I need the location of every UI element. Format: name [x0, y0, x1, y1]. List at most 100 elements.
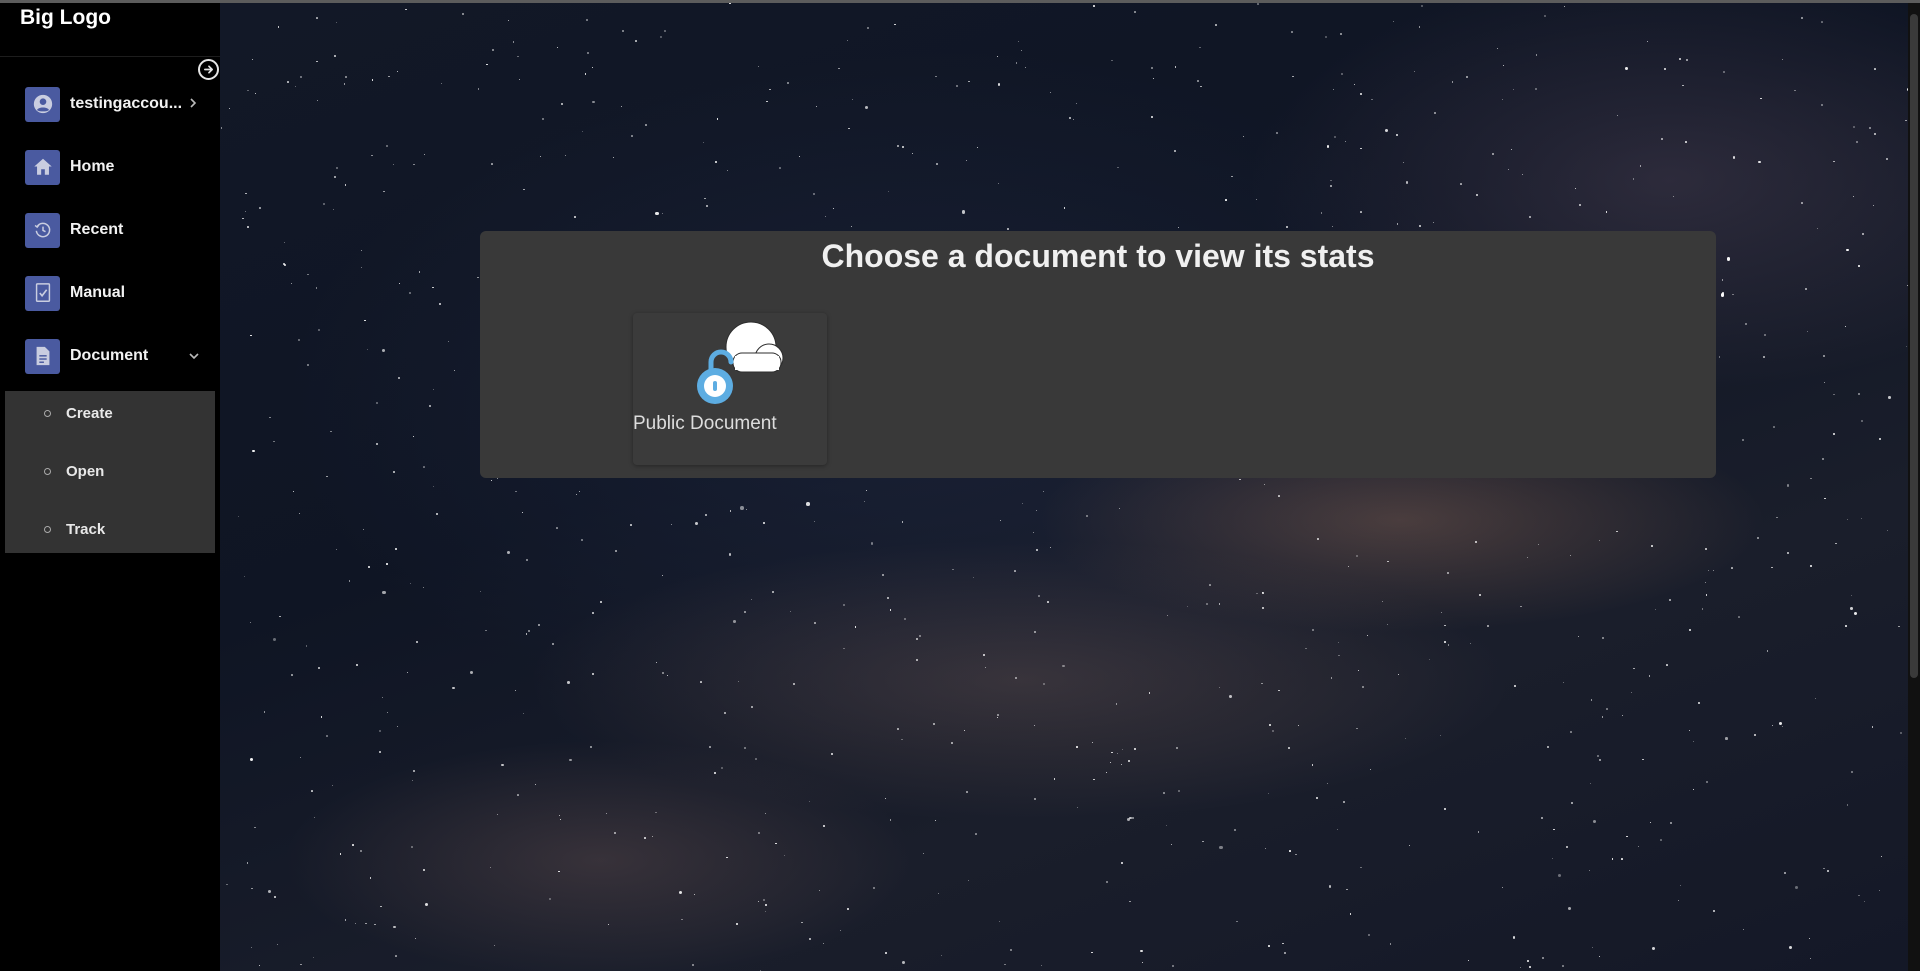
- scrollbar-thumb[interactable]: [1910, 14, 1918, 678]
- star: [757, 65, 760, 68]
- star: [882, 574, 885, 577]
- star: [298, 339, 300, 342]
- logo[interactable]: Big Logo: [20, 6, 111, 30]
- star: [1887, 530, 1889, 532]
- star: [1857, 392, 1860, 395]
- star: [843, 647, 845, 650]
- star: [1338, 654, 1340, 657]
- star: [422, 586, 425, 589]
- star: [671, 524, 673, 526]
- submenu-item-create[interactable]: Create: [5, 391, 215, 435]
- star: [1557, 873, 1561, 877]
- star: [386, 712, 388, 714]
- star: [1886, 158, 1889, 161]
- star: [724, 712, 727, 715]
- submenu-item-label: Open: [66, 462, 105, 480]
- star: [1326, 782, 1328, 784]
- star: [1093, 778, 1095, 781]
- star: [798, 155, 801, 157]
- star: [661, 671, 665, 674]
- star: [1762, 356, 1765, 359]
- star: [605, 812, 607, 814]
- star: [662, 212, 664, 214]
- sidebar-item-manual[interactable]: Manual: [0, 268, 220, 318]
- star: [1781, 725, 1784, 728]
- star: [1284, 951, 1287, 954]
- star: [769, 89, 771, 91]
- star: [360, 266, 362, 268]
- star: [888, 191, 890, 193]
- sidebar-item-recent[interactable]: Recent: [0, 205, 220, 255]
- star: [1369, 768, 1371, 770]
- star: [586, 18, 589, 21]
- star: [1598, 758, 1601, 761]
- star: [1632, 178, 1635, 180]
- star: [339, 853, 342, 855]
- star: [721, 766, 724, 769]
- star: [1021, 50, 1023, 52]
- star: [395, 955, 397, 957]
- star: [1527, 556, 1529, 558]
- star: [334, 55, 337, 57]
- submenu-item-open[interactable]: Open: [5, 449, 215, 493]
- star: [1170, 844, 1172, 845]
- star: [1093, 5, 1096, 7]
- star: [436, 513, 439, 516]
- star: [386, 145, 389, 148]
- star: [247, 89, 249, 91]
- star: [680, 918, 683, 921]
- star: [396, 725, 398, 727]
- star: [1753, 733, 1756, 736]
- sidebar-item-document[interactable]: Document: [0, 331, 220, 381]
- star: [317, 667, 320, 670]
- star: [655, 811, 657, 814]
- star: [1479, 593, 1482, 596]
- star: [1389, 943, 1392, 945]
- cloud-unlocked-icon: [697, 321, 784, 404]
- star: [371, 154, 373, 157]
- star: [1324, 35, 1327, 38]
- star: [1218, 686, 1221, 688]
- star: [228, 108, 230, 110]
- star: [1128, 759, 1131, 762]
- collapse-sidebar-button[interactable]: [198, 59, 219, 80]
- star: [745, 508, 748, 511]
- star: [726, 170, 728, 172]
- star: [1553, 828, 1555, 831]
- star: [1295, 853, 1297, 856]
- document-card-public[interactable]: Public Document: [633, 313, 827, 465]
- star: [1633, 667, 1635, 670]
- star: [901, 961, 906, 965]
- sidebar-item-account[interactable]: testingaccou...: [0, 79, 220, 129]
- star: [1469, 643, 1471, 645]
- star: [1040, 964, 1042, 966]
- sidebar-item-home[interactable]: Home: [0, 142, 220, 192]
- star: [1206, 603, 1209, 605]
- star: [666, 675, 668, 677]
- submenu-item-track[interactable]: Track: [5, 507, 215, 551]
- star: [535, 783, 537, 785]
- star: [825, 215, 827, 218]
- star: [1592, 947, 1594, 949]
- star: [1072, 119, 1074, 121]
- star: [508, 19, 510, 21]
- star: [517, 55, 519, 58]
- star: [1033, 797, 1037, 800]
- star: [388, 75, 390, 78]
- star: [843, 604, 845, 606]
- star: [518, 78, 520, 80]
- star: [1120, 764, 1122, 766]
- star: [1591, 699, 1593, 701]
- star: [631, 134, 633, 137]
- starfield-background: [220, 0, 1910, 971]
- star: [864, 500, 866, 502]
- arrow-right-icon: [204, 65, 213, 74]
- star: [738, 681, 740, 683]
- star: [300, 964, 302, 966]
- star: [1337, 642, 1339, 644]
- star: [254, 826, 256, 829]
- star: [1357, 669, 1359, 672]
- star: [1151, 66, 1153, 69]
- star: [1689, 730, 1691, 732]
- star: [226, 883, 228, 886]
